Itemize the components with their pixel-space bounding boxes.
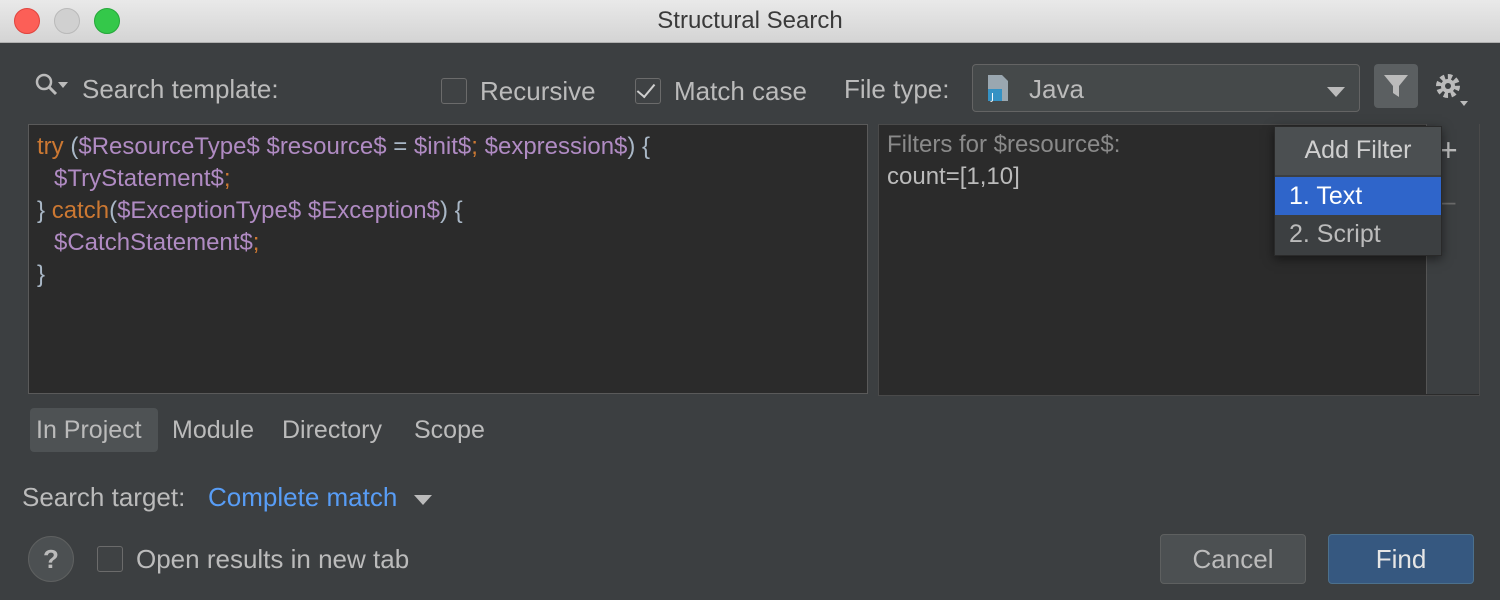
java-file-icon: J [985,73,1011,103]
scope-tab-module[interactable]: Module [172,416,254,445]
chevron-down-icon [1327,84,1345,102]
search-template-editor[interactable]: try ($ResourceType$ $resource$ = $init$;… [28,124,868,394]
search-history-icon[interactable] [34,72,74,102]
code-line: } catch($ExceptionType$ $Exception$) { [37,195,859,227]
open-new-tab-checkbox[interactable] [97,546,123,572]
code-text: ) { [439,197,463,224]
search-target-label: Search target: [22,482,186,512]
match-case-label[interactable]: Match case [674,76,807,107]
semicolon: ; [223,165,231,192]
recursive-checkbox[interactable] [441,78,467,104]
template-variable: $TryStatement$ [54,165,224,192]
code-line: } [37,259,859,291]
cancel-button[interactable]: Cancel [1160,534,1306,584]
add-filter-popup-title: Add Filter [1275,127,1441,175]
scope-tab-scope[interactable]: Scope [414,416,485,445]
keyword-try: try [37,133,64,160]
code-line: $TryStatement$; [37,163,859,195]
match-case-checkbox[interactable] [635,78,661,104]
template-variable: $ExceptionType$ [117,197,302,224]
popup-item-script[interactable]: 2. Script [1275,215,1441,253]
code-line: $CatchStatement$; [37,227,859,259]
remove-filter-icon[interactable]: – [1441,186,1455,217]
filter-value[interactable]: count=[1,10] [887,163,1020,191]
help-button[interactable]: ? [28,536,74,582]
code-line: try ($ResourceType$ $resource$ = $init$;… [37,131,859,163]
keyword-catch: catch [51,197,110,224]
code-text: } [37,261,46,288]
template-variable: $CatchStatement$ [54,229,253,256]
open-new-tab-label[interactable]: Open results in new tab [136,544,409,575]
semicolon: ; [471,133,478,160]
filters-title: Filters for $resource$: [887,131,1121,158]
scope-tab-directory[interactable]: Directory [282,416,382,445]
find-button[interactable]: Find [1328,534,1474,584]
code-text: ( [63,133,79,160]
template-variable: $ResourceType$ [78,133,260,160]
recursive-label[interactable]: Recursive [480,76,596,107]
file-type-value: Java [1029,74,1084,104]
file-type-label: File type: [844,74,950,104]
search-target-dropdown[interactable]: Complete match [208,482,397,513]
code-text: } [37,197,52,224]
filter-funnel-icon [1382,72,1410,105]
checkmark-icon [636,78,656,99]
template-variable: $Exception$ [307,197,440,224]
gear-icon[interactable] [1432,70,1470,113]
template-variable: $resource$ [266,133,387,160]
code-text: = [386,133,414,160]
code-text: ) { [627,133,651,160]
svg-text:J: J [990,92,994,103]
search-template-label: Search template: [82,74,279,104]
filter-button[interactable] [1374,64,1418,108]
semicolon: ; [252,229,260,256]
chevron-down-icon[interactable] [414,492,432,510]
file-type-select[interactable]: J Java [972,64,1360,112]
code-text: ( [109,197,118,224]
window-title: Structural Search [657,7,843,34]
scope-tab-in-project[interactable]: In Project [36,416,142,445]
popup-item-text[interactable]: 1. Text [1275,177,1441,215]
add-filter-popup: Add Filter 1. Text 2. Script [1274,126,1442,256]
template-variable: $expression$ [484,133,628,160]
template-variable: $init$ [413,133,472,160]
